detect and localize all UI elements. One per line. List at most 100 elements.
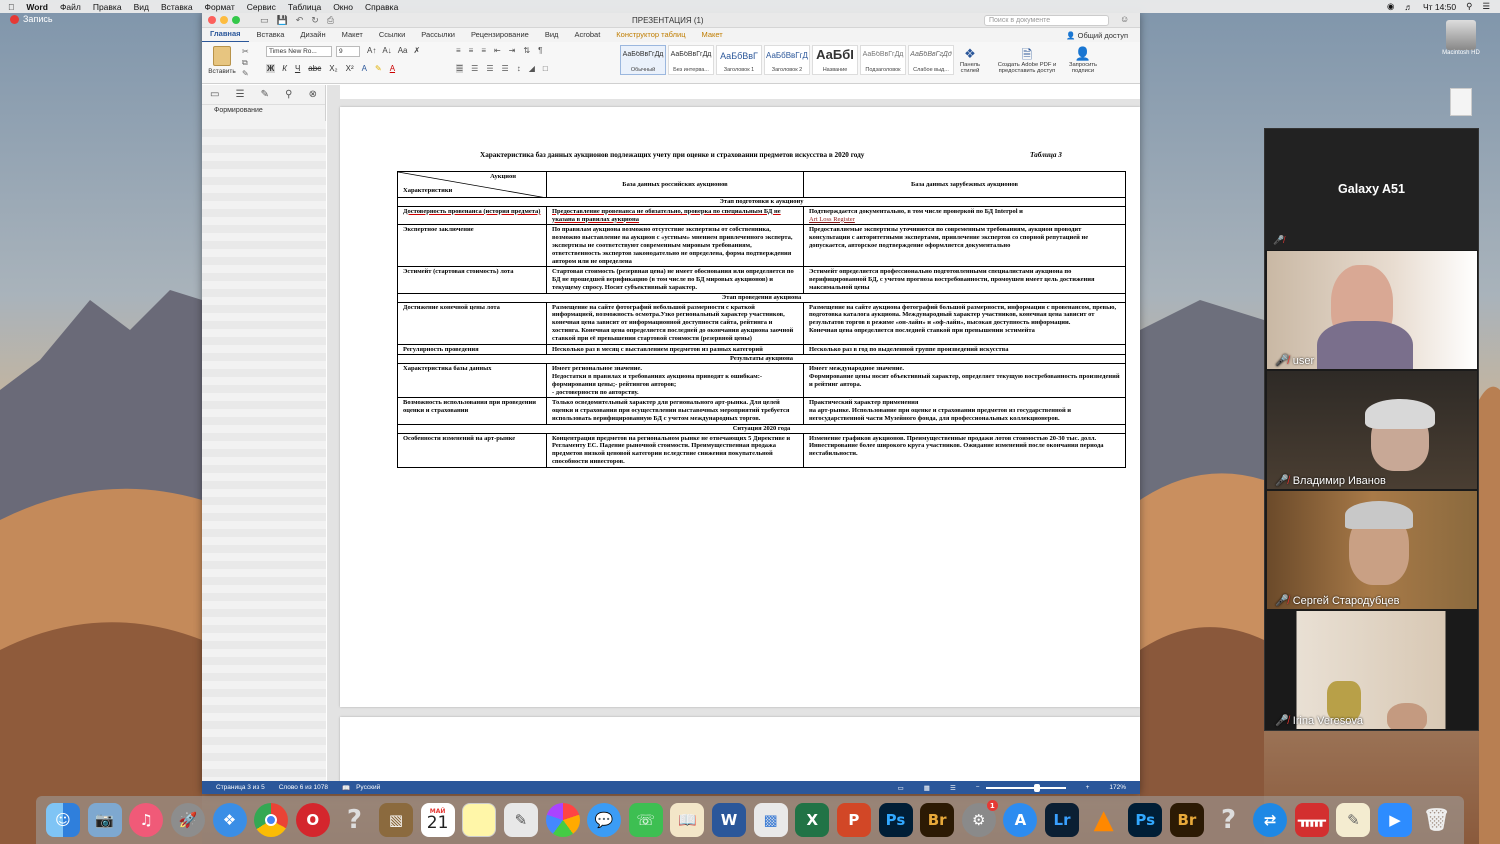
style-no-spacing[interactable]: АаБбВвГгДд Без интерва... — [668, 45, 714, 75]
page-count[interactable]: Страница 3 из 5 — [216, 784, 265, 791]
clock[interactable]: Чт 14:50 — [1423, 2, 1456, 12]
close-window-icon[interactable] — [208, 16, 216, 24]
participant-tile-irina[interactable]: 🎤̸ Irina Veresova — [1267, 611, 1477, 729]
menu-tools[interactable]: Сервис — [247, 2, 276, 12]
text-effects-icon[interactable]: A — [361, 64, 368, 73]
numbering-icon[interactable]: ≡ — [469, 46, 474, 55]
photoshop-2-icon[interactable]: Ps — [1128, 803, 1163, 837]
minimize-window-icon[interactable] — [220, 16, 228, 24]
control-center-icon[interactable]: ☰ — [1482, 1, 1490, 12]
apple-icon[interactable]:  — [8, 2, 14, 12]
proofing-icon[interactable]: 📖 — [342, 784, 350, 792]
styles-pane-button[interactable]: ❖ Панель стилей — [954, 46, 986, 74]
sidebar-toggle-icon[interactable]: ▭ — [260, 15, 269, 26]
participant-tile-vladimir[interactable]: 🎤̸ Владимир Иванов — [1267, 371, 1477, 489]
search-input[interactable]: Поиск в документе — [984, 15, 1109, 26]
bullets-icon[interactable]: ≡ — [456, 46, 461, 55]
menu-help[interactable]: Справка — [365, 2, 398, 12]
photoshop-icon[interactable]: Ps — [878, 803, 913, 837]
teamviewer-icon[interactable]: ⇄ — [1253, 803, 1288, 837]
script-editor-icon[interactable]: ✎ — [1336, 803, 1371, 837]
messages-icon[interactable]: 💬 — [587, 803, 622, 837]
print-icon[interactable]: ⎙ — [327, 15, 334, 26]
preview-icon[interactable]: 📷 — [87, 803, 122, 837]
style-heading-2[interactable]: АаБбВвГгД Заголовок 2 — [764, 45, 810, 75]
trash-icon[interactable]: 🗑 — [1420, 803, 1454, 837]
outline-icon[interactable]: ☰ — [236, 89, 245, 100]
copy-icon[interactable]: ⧉ — [242, 57, 249, 68]
unknown-app-icon[interactable]: ? — [337, 803, 371, 837]
bridge-icon[interactable]: Br — [920, 803, 955, 837]
create-pdf-button[interactable]: 🗎 Создать Adobe PDF и предоставить досту… — [994, 46, 1060, 74]
word-count[interactable]: Слово 6 из 1078 — [279, 784, 328, 791]
italic-icon[interactable]: К — [281, 64, 288, 73]
launchpad-icon[interactable]: 🚀 — [170, 803, 205, 837]
paste-button[interactable]: Вставить — [208, 46, 236, 75]
change-case-icon[interactable]: Aa — [398, 46, 408, 55]
participant-tile-device[interactable]: Galaxy A51 🎤̸ — [1265, 129, 1478, 250]
volume-icon[interactable]: ♬ — [1404, 2, 1413, 12]
photos-icon[interactable] — [545, 803, 580, 837]
underline-icon[interactable]: Ч — [294, 64, 301, 73]
tab-design[interactable]: Дизайн — [292, 28, 333, 42]
thumbnails-icon[interactable]: ▭ — [210, 89, 219, 100]
nav-heading-item[interactable]: Формирование — [202, 105, 325, 116]
tab-table-layout[interactable]: Макет — [694, 28, 731, 42]
format-painter-icon[interactable]: ✎ — [242, 68, 249, 79]
sort-icon[interactable]: ⇅ — [523, 46, 530, 55]
menu-edit[interactable]: Правка — [93, 2, 122, 12]
request-signatures-button[interactable]: 👤 Запросить подписи — [1064, 46, 1102, 74]
opera-icon[interactable]: O — [295, 803, 330, 837]
wifi-icon[interactable]: ◉ — [1387, 1, 1394, 12]
calendar-icon[interactable]: МАЙ 21 — [420, 803, 455, 837]
tab-references[interactable]: Ссылки — [371, 28, 413, 42]
edit-icon[interactable]: ✎ — [261, 89, 269, 100]
bold-icon[interactable]: Ж — [266, 64, 276, 73]
itunes-icon[interactable]: ♫ — [129, 803, 164, 837]
style-title[interactable]: АаБбI Название — [812, 45, 858, 75]
tab-layout[interactable]: Макет — [334, 28, 371, 42]
redo-icon[interactable]: ↻ — [311, 15, 319, 26]
cut-icon[interactable]: ✂ — [242, 46, 249, 57]
app-store-icon[interactable]: A — [1003, 803, 1038, 837]
superscript-icon[interactable]: X² — [345, 64, 355, 73]
decrease-indent-icon[interactable]: ⇤ — [494, 46, 501, 55]
menu-view[interactable]: Вид — [134, 2, 149, 12]
safari-icon[interactable]: ❖ — [212, 803, 247, 837]
powerpoint-icon[interactable]: P — [836, 803, 871, 837]
clear-format-icon[interactable]: ✗ — [413, 46, 420, 55]
notes-icon[interactable] — [462, 803, 497, 837]
books-icon[interactable]: 📖 — [670, 803, 705, 837]
shrink-font-icon[interactable]: A↓ — [382, 46, 391, 55]
line-spacing-icon[interactable]: ↕ — [517, 64, 521, 73]
zoom-level[interactable]: 172% — [1109, 784, 1126, 791]
language[interactable]: Русский — [356, 784, 380, 791]
tab-table-design[interactable]: Конструктор таблиц — [608, 28, 693, 42]
font-family-select[interactable]: Times New Ro... — [266, 46, 332, 57]
next-page[interactable] — [340, 717, 1140, 781]
style-subtle-emphasis[interactable]: АаБбВвГгДд Слабое выд... — [908, 45, 954, 75]
view-web-icon[interactable]: ▦ — [924, 784, 930, 792]
chrome-icon[interactable] — [254, 803, 289, 837]
zoom-slider[interactable] — [985, 783, 1066, 792]
tab-acrobat[interactable]: Acrobat — [566, 28, 608, 42]
menu-file[interactable]: Файл — [60, 2, 81, 12]
desktop-file[interactable] — [1446, 88, 1476, 116]
zoom-app-icon[interactable]: ▶ — [1378, 803, 1412, 837]
share-button[interactable]: 👤 Общий доступ — [1066, 31, 1128, 40]
style-normal[interactable]: АаБбВвГгДд Обычный — [620, 45, 666, 75]
tab-review[interactable]: Рецензирование — [463, 28, 537, 42]
zoom-slider-knob[interactable] — [1033, 783, 1040, 792]
multilevel-list-icon[interactable]: ≡ — [481, 46, 486, 55]
finder-icon[interactable]: ☺ — [46, 803, 80, 837]
document-canvas[interactable]: Характеристика баз данных аукционов подл… — [327, 85, 1140, 781]
word-icon[interactable]: W — [712, 803, 746, 837]
align-right-icon[interactable]: ☰ — [486, 64, 493, 73]
participant-tile-sergey[interactable]: 🎤̸ Сергей Стародубцев — [1267, 491, 1477, 609]
close-pane-icon[interactable]: ⊗ — [309, 89, 317, 100]
subscript-icon[interactable]: X₂ — [328, 64, 338, 73]
tab-mailings[interactable]: Рассылки — [413, 28, 463, 42]
menu-table[interactable]: Таблица — [288, 2, 321, 12]
bridge-2-icon[interactable]: Br — [1169, 803, 1204, 837]
undo-icon[interactable]: ↶ — [296, 15, 304, 26]
